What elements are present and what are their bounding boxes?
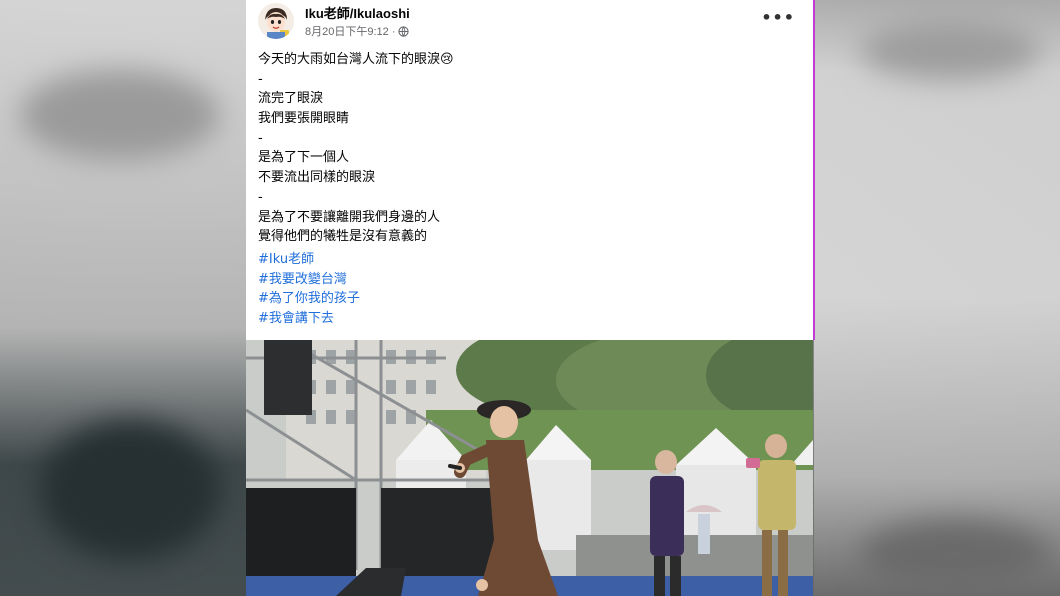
post-body-text: 今天的大雨如台灣人流下的眼淚😢 - 流完了眼淚 我們要張開眼睛 - 是為了下一個… — [258, 50, 798, 247]
hashtag-link[interactable]: #Iku老師 — [258, 250, 360, 270]
post-text-line: 是為了不要讓離開我們身邊的人 — [258, 209, 441, 225]
hashtag-link[interactable]: #我要改變台灣 — [258, 270, 360, 290]
post-text-line: 不要流出同樣的眼淚 — [258, 170, 376, 186]
avatar[interactable] — [258, 3, 294, 39]
background-blob — [860, 520, 1050, 590]
blurred-background-right — [814, 0, 1060, 596]
post-text-line: 流完了眼淚 — [258, 91, 324, 107]
post-meta: 8月20日下午9:12 · — [305, 23, 410, 39]
hashtag-link[interactable]: #為了你我的孩子 — [258, 289, 360, 309]
concert-stage-photo — [246, 340, 813, 596]
more-options-button[interactable]: ••• — [761, 8, 795, 27]
author-name[interactable]: Iku老師/Ikulaoshi — [305, 3, 410, 22]
post-photo[interactable] — [246, 340, 813, 596]
post-text-line: - — [258, 71, 263, 87]
post-text-line: - — [258, 130, 263, 146]
background-blob — [40, 420, 220, 560]
globe-icon — [398, 25, 410, 37]
facebook-post-card: Iku老師/Ikulaoshi 8月20日下午9:12 · ••• 今天的大雨如… — [246, 0, 815, 340]
post-timestamp[interactable]: 8月20日下午9:12 · — [305, 23, 395, 39]
post-text-line: 今天的大雨如台灣人流下的眼淚😢 — [258, 52, 454, 67]
background-blob — [860, 20, 1040, 80]
hashtag-list: #Iku老師 #我要改變台灣 #為了你我的孩子 #我會講下去 — [258, 250, 360, 329]
post-text-line: 是為了下一個人 — [258, 150, 350, 166]
post-text-line: - — [258, 189, 263, 205]
hashtag-link[interactable]: #我會講下去 — [258, 309, 360, 329]
avatar-cartoon-icon — [258, 3, 294, 39]
post-text-line: 覺得他們的犧牲是沒有意義的 — [258, 229, 428, 245]
post-text-line: 我們要張開眼睛 — [258, 111, 350, 127]
background-blob — [20, 70, 220, 160]
